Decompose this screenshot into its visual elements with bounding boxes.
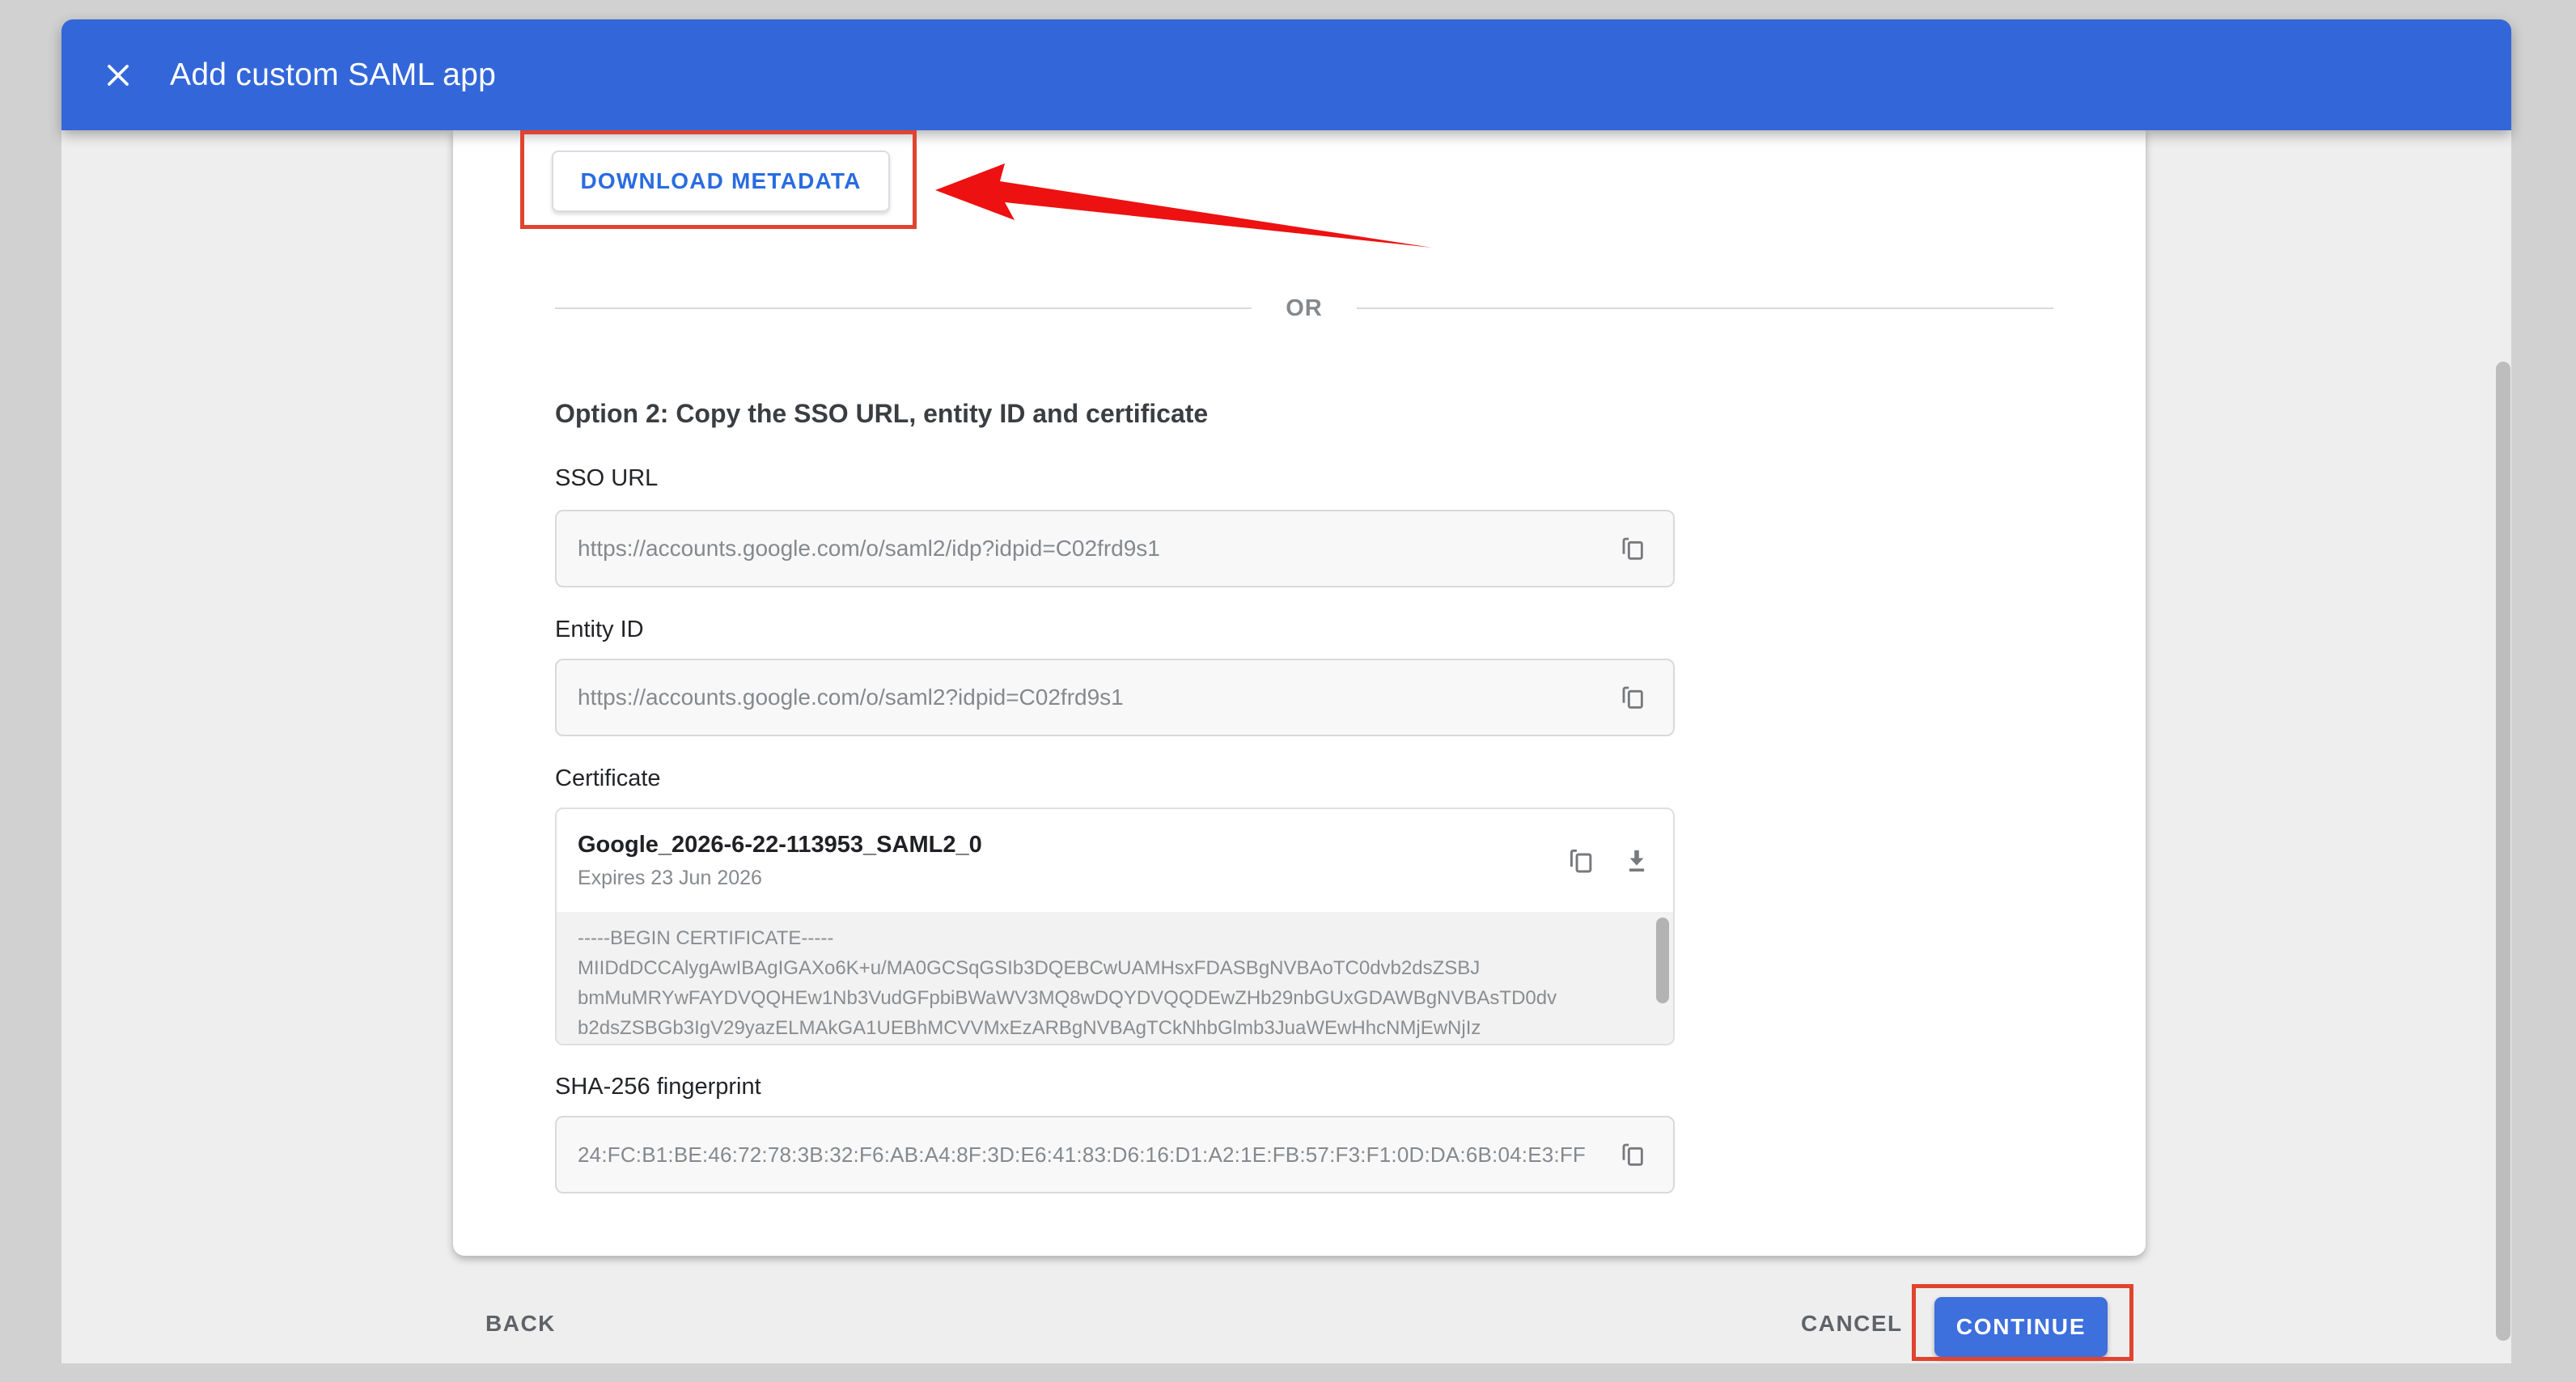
certificate-text-line: b2dsZSBGb3IgV29yazELMAkGA1UEBhMCVVMxEzAR… — [578, 1013, 1634, 1043]
certificate-text-line: MIIDdDCCAlygAwIBAgIGAXo6K+u/MA0GCSqGSIb3… — [578, 953, 1634, 983]
divider-line-right — [1357, 307, 2053, 309]
close-icon[interactable] — [100, 57, 136, 93]
certificate-text-scroller[interactable]: -----BEGIN CERTIFICATE----- MIIDdDCCAlyg… — [557, 912, 1673, 1044]
or-divider-label: OR — [1252, 295, 1357, 322]
copy-icon[interactable] — [1616, 1138, 1650, 1172]
sha256-fingerprint-value: 24:FC:B1:BE:46:72:78:3B:32:F6:AB:A4:8F:3… — [578, 1142, 1586, 1168]
or-divider: OR — [555, 286, 2053, 331]
back-button[interactable]: BACK — [485, 1311, 556, 1337]
certificate-text-line: bmMuMRYwFAYDVQQHEw1Nb3VudGFpbiBWaWV3MQ8w… — [578, 983, 1634, 1013]
certificate-text-line: -----BEGIN CERTIFICATE----- — [578, 923, 1634, 953]
entity-id-field: https://accounts.google.com/o/saml2?idpi… — [555, 659, 1675, 736]
copy-icon[interactable] — [1616, 680, 1650, 714]
option2-heading: Option 2: Copy the SSO URL, entity ID an… — [555, 399, 1208, 429]
dialog-scrollbar-thumb[interactable] — [2496, 362, 2510, 1341]
sso-url-field: https://accounts.google.com/o/saml2/idp?… — [555, 510, 1675, 587]
entity-id-value: https://accounts.google.com/o/saml2?idpi… — [578, 685, 1124, 710]
dialog-footer: BACK CANCEL CONTINUE — [61, 1256, 2511, 1363]
entity-id-label: Entity ID — [555, 617, 644, 643]
certificate-info: Google_2026-6-22-113953_SAML2_0 Expires … — [578, 832, 982, 890]
certificate-actions — [1565, 844, 1654, 878]
certificate-scrollbar-thumb[interactable] — [1656, 918, 1669, 1003]
certificate-label: Certificate — [555, 765, 661, 792]
dialog-title: Add custom SAML app — [170, 57, 496, 93]
certificate-name: Google_2026-6-22-113953_SAML2_0 — [578, 832, 982, 858]
content-card: DOWNLOAD METADATA OR Option 2: Copy the … — [453, 130, 2146, 1256]
sso-url-label: SSO URL — [555, 465, 658, 492]
certificate-expiry: Expires 23 Jun 2026 — [578, 867, 982, 890]
divider-line-left — [555, 307, 1252, 309]
annotation-box-download-metadata — [520, 130, 917, 229]
annotation-arrow-icon — [914, 146, 1440, 259]
certificate-header: Google_2026-6-22-113953_SAML2_0 Expires … — [557, 809, 1673, 912]
certificate-card: Google_2026-6-22-113953_SAML2_0 Expires … — [555, 808, 1675, 1045]
download-icon[interactable] — [1620, 844, 1654, 878]
page-background: Add custom SAML app DOWNLOAD METADATA OR… — [0, 0, 2576, 1382]
sha256-fingerprint-label: SHA-256 fingerprint — [555, 1074, 761, 1100]
cancel-button[interactable]: CANCEL — [1801, 1311, 1903, 1337]
sso-url-value: https://accounts.google.com/o/saml2/idp?… — [578, 536, 1160, 562]
sha256-fingerprint-field: 24:FC:B1:BE:46:72:78:3B:32:F6:AB:A4:8F:3… — [555, 1116, 1675, 1193]
copy-icon[interactable] — [1565, 844, 1599, 878]
dialog-header: Add custom SAML app — [61, 19, 2511, 130]
copy-icon[interactable] — [1616, 532, 1650, 566]
annotation-box-continue — [1912, 1284, 2133, 1361]
